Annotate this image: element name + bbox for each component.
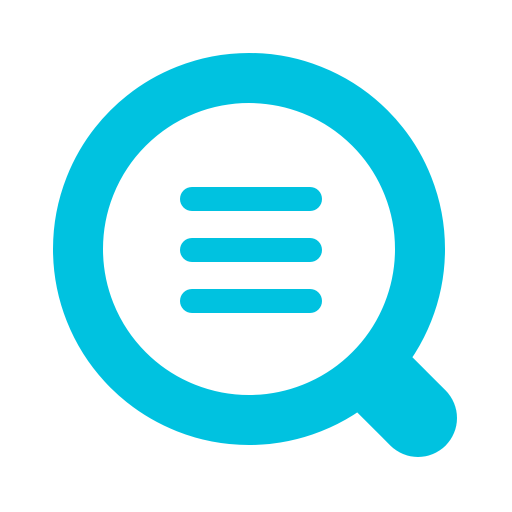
app-icon-canvas bbox=[0, 0, 512, 512]
list-lines bbox=[180, 187, 322, 313]
search-list-icon bbox=[53, 53, 457, 457]
